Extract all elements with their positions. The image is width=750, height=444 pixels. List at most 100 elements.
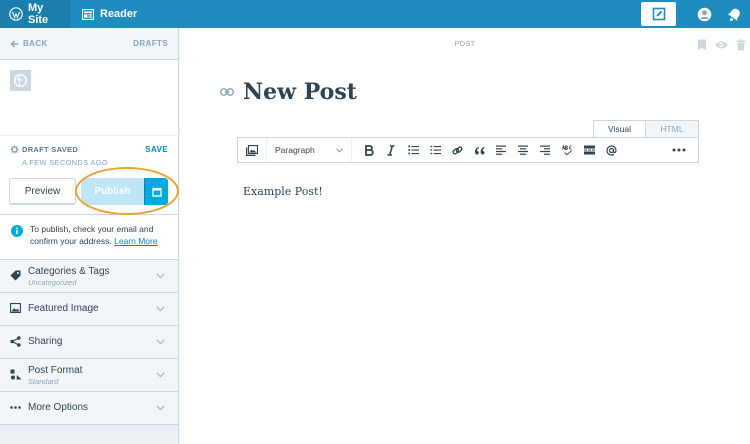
- tab-visual[interactable]: Visual: [593, 120, 646, 138]
- publish-button[interactable]: Publish: [81, 178, 144, 205]
- spellcheck-button[interactable]: [556, 138, 578, 162]
- accordion-sublabel: Uncategorized: [28, 278, 77, 287]
- wordpress-logo-icon: [9, 7, 23, 21]
- sidebar-header: BACK DRAFTS: [0, 28, 178, 60]
- chevron-down-icon: [336, 147, 343, 153]
- post-content[interactable]: Example Post!: [243, 185, 323, 198]
- accordion-label: Sharing: [28, 336, 63, 347]
- formatting-toolbar: Paragraph: [237, 137, 699, 163]
- accordion-label: Post Format: [28, 365, 83, 376]
- accordion-label: Categories & Tags: [28, 266, 110, 277]
- editor-mode-tabs: Visual HTML: [593, 120, 699, 138]
- notifications-button[interactable]: [720, 0, 748, 28]
- bell-icon: [727, 7, 742, 22]
- format-select[interactable]: Paragraph: [267, 138, 352, 162]
- ellipsis-icon: [672, 148, 686, 152]
- add-media-button[interactable]: [238, 138, 267, 162]
- draft-saved-label: DRAFT SAVED: [22, 145, 79, 154]
- media-icon: [246, 144, 258, 156]
- accordion-featured-image[interactable]: Featured Image: [0, 293, 178, 326]
- at-sign-icon: [605, 144, 617, 156]
- drafts-button[interactable]: DRAFTS: [133, 39, 168, 48]
- chevron-down-icon: [156, 372, 165, 378]
- tab-html[interactable]: HTML: [646, 120, 699, 138]
- save-button[interactable]: SAVE: [145, 145, 168, 154]
- insert-link-button[interactable]: [446, 138, 468, 162]
- quote-icon: [474, 146, 485, 155]
- preview-button[interactable]: Preview: [9, 178, 76, 205]
- italic-button[interactable]: [380, 138, 402, 162]
- post-status-panel: DRAFT SAVED A FEW SECONDS AGO SAVE Previ…: [0, 60, 179, 215]
- blockquote-button[interactable]: [468, 138, 490, 162]
- post-format-icon: [10, 369, 22, 380]
- numbered-list-icon: [430, 145, 441, 155]
- post-title[interactable]: New Post: [243, 79, 357, 105]
- gear-icon: [10, 145, 19, 154]
- post-editor: POST New Post Visual HTML Paragraph Exam…: [180, 28, 750, 444]
- schedule-button[interactable]: [144, 178, 168, 205]
- accordion-categories-tags[interactable]: Categories & Tags Uncategorized: [0, 260, 178, 293]
- site-icon[interactable]: [10, 70, 31, 91]
- link-icon[interactable]: [220, 88, 234, 96]
- accordion-label: More Options: [28, 402, 89, 413]
- contact-form-button[interactable]: [600, 138, 622, 162]
- spellcheck-icon: [561, 144, 573, 156]
- accordion-sublabel: Standard: [28, 377, 59, 386]
- masterbar: My Site Reader: [0, 0, 750, 28]
- accordion-more-options[interactable]: More Options: [0, 392, 178, 425]
- back-label: BACK: [23, 39, 48, 48]
- write-post-button[interactable]: [641, 2, 676, 26]
- numbered-list-button[interactable]: [424, 138, 446, 162]
- align-center-button[interactable]: [512, 138, 534, 162]
- reader-icon: [82, 8, 94, 20]
- toolbar-buttons: [358, 138, 622, 162]
- bold-button[interactable]: [358, 138, 380, 162]
- editor-header-label: POST: [454, 41, 476, 48]
- my-site-label: My Site: [28, 2, 49, 26]
- align-center-icon: [518, 145, 528, 155]
- chevron-down-icon: [156, 339, 165, 345]
- read-more-icon: [583, 145, 595, 155]
- align-left-icon: [496, 145, 506, 155]
- ellipsis-icon: [10, 402, 21, 413]
- my-site-button[interactable]: My Site: [0, 0, 70, 28]
- share-icon: [10, 336, 21, 347]
- editor-actions: [689, 39, 746, 51]
- info-icon: [11, 225, 23, 237]
- format-select-value: Paragraph: [275, 145, 315, 155]
- tag-icon: [10, 270, 21, 281]
- back-button[interactable]: BACK: [10, 39, 48, 48]
- bulleted-list-button[interactable]: [402, 138, 424, 162]
- bold-icon: [364, 144, 374, 156]
- accordion-sharing[interactable]: Sharing: [0, 326, 178, 359]
- more-tools-button[interactable]: [666, 138, 692, 162]
- divider: [0, 135, 179, 136]
- chevron-down-icon: [156, 273, 165, 279]
- bulleted-list-icon: [407, 145, 419, 155]
- reader-label: Reader: [100, 8, 138, 20]
- arrow-left-icon: [10, 40, 19, 48]
- email-verification-notice: To publish, check your email and confirm…: [0, 215, 178, 260]
- accordion-post-format[interactable]: Post Format Standard: [0, 359, 178, 392]
- notice-message: To publish, check your email and confirm…: [30, 223, 170, 247]
- accordion-label: Featured Image: [28, 303, 99, 314]
- draft-status: DRAFT SAVED: [10, 145, 78, 154]
- profile-button[interactable]: [690, 0, 718, 28]
- learn-more-link[interactable]: Learn More: [114, 236, 157, 246]
- italic-icon: [387, 144, 395, 156]
- align-right-icon: [540, 145, 550, 155]
- write-icon: [652, 7, 666, 21]
- image-icon: [10, 303, 21, 313]
- bookmark-icon[interactable]: [697, 39, 707, 51]
- align-right-button[interactable]: [534, 138, 556, 162]
- read-more-button[interactable]: [578, 138, 600, 162]
- align-left-button[interactable]: [490, 138, 512, 162]
- chevron-down-icon: [156, 405, 165, 411]
- avatar-icon: [697, 7, 712, 22]
- eye-icon[interactable]: [715, 39, 728, 51]
- editor-sidebar: BACK DRAFTS DRAFT SAVED A FEW SECONDS AG…: [0, 28, 179, 444]
- reader-button[interactable]: Reader: [70, 0, 147, 28]
- saved-timestamp: A FEW SECONDS AGO: [22, 158, 108, 167]
- calendar-icon: [151, 187, 162, 197]
- trash-icon[interactable]: [736, 39, 746, 51]
